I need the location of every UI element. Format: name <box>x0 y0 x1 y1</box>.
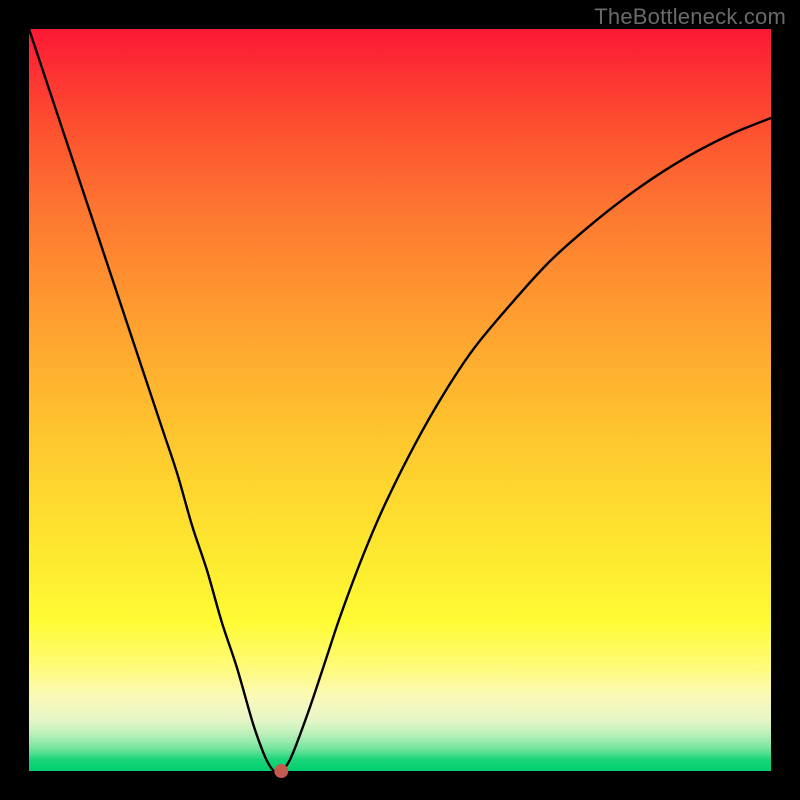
plot-svg <box>29 29 771 771</box>
minimum-marker <box>274 764 288 778</box>
watermark-text: TheBottleneck.com <box>594 4 786 30</box>
chart-frame: TheBottleneck.com <box>0 0 800 800</box>
bottleneck-plot <box>29 29 771 771</box>
bottleneck-curve <box>29 29 771 772</box>
